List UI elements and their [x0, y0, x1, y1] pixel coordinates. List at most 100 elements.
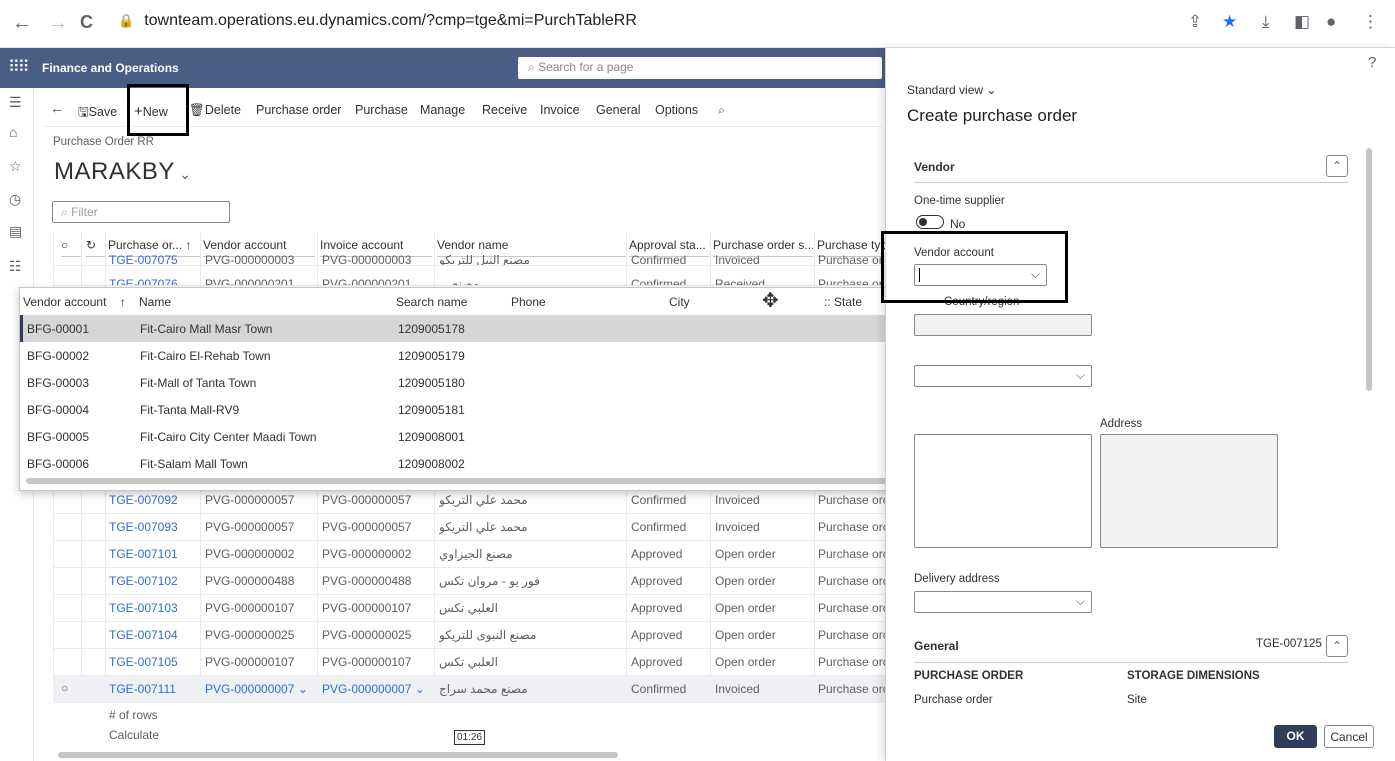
cancel-button[interactable]: Cancel [1324, 725, 1374, 748]
lookup-col-city[interactable]: City [669, 295, 690, 309]
lookup-col-state[interactable]: :: State [824, 295, 862, 309]
invoice-account-select[interactable]: PVG-000000007 ⌄ [322, 682, 425, 696]
chevron-down-icon: ⌵ [1075, 368, 1085, 382]
tab-receive[interactable]: Receive [482, 103, 527, 117]
delete-button[interactable]: 🗑Delete [189, 103, 241, 118]
profile-icon[interactable]: ● [1326, 12, 1336, 32]
page-title[interactable]: MARAKBY ⌄ [54, 158, 192, 186]
chevron-down-icon: ⌄ [986, 83, 997, 97]
table-row[interactable]: TGE-007103 PVG-000000107 PVG-000000107 ا… [53, 595, 889, 622]
panel-vertical-scrollbar[interactable] [1366, 148, 1372, 391]
table-row[interactable]: TGE-007101 PVG-000000002 PVG-000000002 م… [53, 541, 889, 568]
calculate-link[interactable]: Calculate [109, 728, 159, 742]
search-icon[interactable]: ⌕ [718, 103, 725, 118]
app-launcher-icon[interactable]: ⠿⠿ [8, 57, 29, 77]
general-po-number: TGE-007125 [1256, 638, 1322, 650]
move-cursor-icon: ✥ [762, 290, 779, 312]
table-row[interactable]: TGE-007092 PVG-000000057 PVG-000000057 م… [53, 487, 889, 514]
lookup-row[interactable]: BFG-00005 Fit-Cairo City Center Maadi To… [20, 423, 1032, 450]
general-section-header[interactable]: General [914, 639, 959, 653]
app-title: Finance and Operations [42, 61, 179, 75]
filter-input[interactable]: ⌕ Filter [52, 201, 230, 223]
tab-invoice[interactable]: Invoice [540, 103, 580, 117]
table-row[interactable]: TGE-007093 PVG-000000057 PVG-000000057 م… [53, 514, 889, 541]
vendor-account-select[interactable]: PVG-000000007 ⌄ [205, 682, 308, 696]
breadcrumb: Purchase Order RR [53, 136, 154, 148]
collapse-general-button[interactable]: ⌃ [1326, 635, 1348, 657]
one-time-supplier-value: No [950, 217, 966, 231]
url-text: townteam.operations.eu.dynamics.com/?cmp… [144, 12, 637, 29]
view-selector[interactable]: Standard view ⌄ [907, 83, 996, 97]
purchase-order-field-label: Purchase order [914, 694, 993, 706]
table-row[interactable]: TGE-007105 PVG-000000107 PVG-000000107 ا… [53, 649, 889, 676]
menu-icon[interactable]: ⋮ [1362, 12, 1379, 32]
page-search-input[interactable]: ⌕ Search for a page [518, 57, 882, 79]
country-region-input[interactable] [914, 314, 1092, 336]
modules-icon[interactable]: ☷ [9, 258, 22, 275]
reload-icon[interactable]: C [80, 12, 93, 33]
help-icon[interactable]: ? [1368, 54, 1376, 71]
home-icon[interactable]: ⌂ [9, 124, 17, 140]
delivery-address-select[interactable]: ⌵ [914, 591, 1092, 613]
forward-icon[interactable]: → [48, 12, 68, 35]
horizontal-scrollbar[interactable] [58, 752, 618, 758]
row-select-radio[interactable]: ○ [61, 681, 68, 695]
tab-options[interactable]: Options [655, 103, 698, 117]
name-textarea[interactable] [914, 434, 1092, 548]
lookup-col-search-name[interactable]: Search name [396, 295, 467, 309]
address-bar[interactable]: 🔒 townteam.operations.eu.dynamics.com/?cm… [118, 12, 637, 30]
recent-icon[interactable]: ◷ [9, 191, 21, 208]
delivery-address-label: Delivery address [914, 573, 1000, 585]
table-row[interactable]: TGE-007102 PVG-000000488 PVG-000000488 ف… [53, 568, 889, 595]
one-time-supplier-label: One-time supplier [914, 195, 1005, 207]
tab-purchase[interactable]: Purchase [355, 103, 408, 117]
one-time-supplier-toggle[interactable] [916, 215, 944, 229]
lookup-horizontal-scrollbar[interactable] [26, 478, 906, 484]
workspaces-icon[interactable]: ▤ [9, 223, 22, 240]
ok-button[interactable]: OK [1274, 725, 1317, 748]
lookup-col-vendor-account[interactable]: Vendor account ↑ [23, 295, 126, 309]
create-po-panel: ? Standard view ⌄ Create purchase order … [885, 48, 1395, 761]
lookup-row[interactable]: BFG-00006 Fit-Salam Mall Town 1209008002 [20, 450, 1032, 477]
lookup-col-phone[interactable]: Phone [511, 295, 546, 309]
tab-general[interactable]: General [596, 103, 640, 117]
table-row[interactable]: TGE-007076 PVG-000000201 PVG-000000201 م… [53, 276, 885, 286]
sort-up-icon: ↑ [119, 295, 126, 309]
collapse-vendor-button[interactable]: ⌃ [1326, 155, 1348, 177]
time-badge: 01:26 [454, 730, 486, 745]
chevron-down-icon: ⌵ [1075, 594, 1085, 608]
back-icon[interactable]: ← [12, 12, 32, 35]
tab-manage[interactable]: Manage [420, 103, 465, 117]
chevron-up-icon: ⌃ [1331, 639, 1343, 653]
star-icon[interactable]: ★ [1222, 12, 1237, 32]
highlight-vendor-account-box [881, 231, 1068, 303]
lookup-row[interactable]: BFG-00004 Fit-Tanta Mall-RV9 1209005181 [20, 396, 1032, 423]
app-header: ⠿⠿ Finance and Operations ⌕ Search for a… [0, 48, 885, 88]
address-textarea[interactable] [1100, 434, 1278, 548]
vendor-section-header[interactable]: Vendor [914, 160, 955, 174]
storage-dimensions-heading: STORAGE DIMENSIONS [1127, 670, 1260, 682]
highlight-new-box [127, 84, 189, 136]
table-row[interactable]: TGE-007104 PVG-000000025 PVG-000000025 م… [53, 622, 889, 649]
section-divider [914, 662, 1348, 663]
table-row-selected[interactable]: ○ TGE-007111 PVG-000000007 ⌄ PVG-0000000… [53, 676, 889, 703]
table-row[interactable]: TGE-007075 PVG-000000003 PVG-000000003 م… [53, 252, 885, 266]
share-icon[interactable]: ⇪ [1188, 12, 1202, 32]
sidepanel-icon[interactable]: ◧ [1294, 12, 1310, 32]
lookup-row-selected[interactable]: BFG-00001 Fit-Cairo Mall Masr Town 12090… [20, 315, 1032, 342]
back-icon[interactable]: ← [50, 100, 65, 117]
tab-purchase-order[interactable]: Purchase order [256, 103, 341, 117]
browser-toolbar: ← → C 🔒 townteam.operations.eu.dynamics.c… [0, 0, 1395, 48]
drag-handle-icon: :: [824, 295, 835, 309]
download-icon[interactable]: ⤓ [1262, 12, 1270, 32]
hamburger-icon[interactable]: ☰ [9, 94, 22, 111]
lookup-row[interactable]: BFG-00002 Fit-Cairo El-Rehab Town 120900… [20, 342, 1032, 369]
chevron-down-icon: ⌄ [174, 166, 192, 182]
row-count-label: # of rows [109, 708, 158, 722]
vendor-detail-select[interactable]: ⌵ [914, 365, 1092, 387]
toggle-knob [919, 218, 927, 226]
favorites-icon[interactable]: ☆ [9, 158, 22, 175]
lookup-row[interactable]: BFG-00003 Fit-Mall of Tanta Town 1209005… [20, 369, 1032, 396]
lookup-col-name[interactable]: Name [139, 295, 171, 309]
save-button[interactable]: 🖫Save [78, 103, 117, 124]
